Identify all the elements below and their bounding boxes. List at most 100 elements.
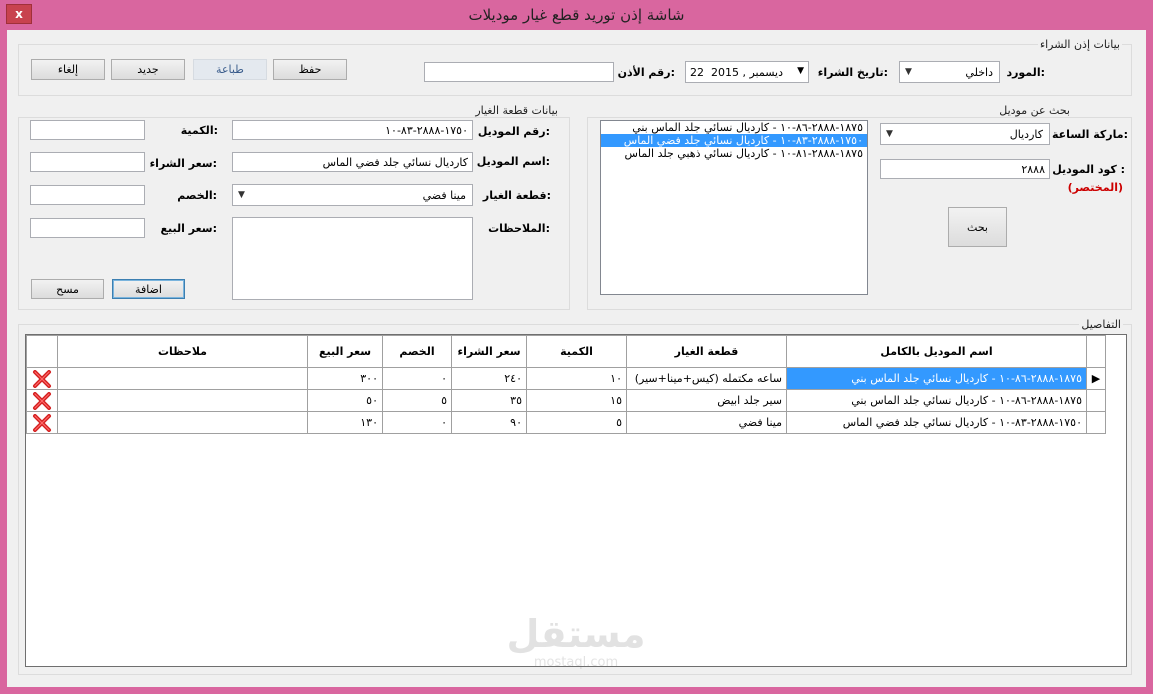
close-button[interactable]: x [6,4,32,24]
grid-row-header-col [1086,335,1106,368]
cell-buy-price[interactable]: ٩٠ [451,411,527,434]
spare-part-value: مينا فضي [422,189,466,202]
grid-col-sell-price-text: سعر البيع [318,344,372,358]
model-name-label: اسم الموديل: [476,155,550,168]
grid-col-spare-part[interactable]: قطعة الغيار [626,335,787,368]
new-button[interactable]: جديد [111,59,185,80]
delete-row-button[interactable] [26,367,58,390]
cell-full-name[interactable]: ١٨٧٥-٢٨٨٨-٨٦-١٠ - كارديال نسائي جلد الما… [786,367,1087,390]
cell-sell-price[interactable]: ٥٠ [307,389,383,412]
delete-row-button[interactable] [26,389,58,412]
spare-part-group-title: بيانات قطعة الغيار [473,104,560,117]
notes-label: الملاحظات: [488,222,550,235]
cell-discount[interactable]: ٠ [382,367,452,390]
grid-col-buy-price[interactable]: سعر الشراء [451,335,527,368]
search-result-item[interactable]: ١٧٥٠-٢٨٨٨-٨٣-١٠ - كارديال نسائي جلد فضي … [601,134,867,147]
cell-quantity[interactable]: ١٥ [526,389,627,412]
delete-row-button[interactable] [26,411,58,434]
chevron-down-icon[interactable]: ▼ [900,62,917,82]
search-results-list[interactable]: ١٨٧٥-٢٨٨٨-٨٦-١٠ - كارديال نسائي جلد الما… [600,120,868,295]
table-row[interactable]: ٣٠٠ ٠ ٢٤٠ ١٠ ساعه مكتمله (كيس+مينا+سير) ١٨٧٥-… [26,367,1106,390]
grid-col-discount[interactable]: الخصم [382,335,452,368]
quantity-label: الكمية: [180,124,218,137]
purchase-date-label: تاريخ الشراء: [817,66,888,79]
grid-col-delete [26,335,58,368]
grid-col-full-name[interactable]: اسم الموديل بالكامل [786,335,1087,368]
row-header-cell[interactable] [1086,389,1106,412]
notes-textarea[interactable] [232,217,473,300]
grid-col-sell-price[interactable]: سعر البيع [307,335,383,368]
model-number-input[interactable]: ١٧٥٠-٢٨٨٨-٨٣-١٠ [232,120,473,140]
cell-spare-part[interactable]: سير جلد ابيض [626,389,787,412]
permit-number-input[interactable] [424,62,614,82]
grid-col-quantity[interactable]: الكمية [526,335,627,368]
watermark-logo: مستقل mostaql.com [506,612,646,670]
cell-quantity[interactable]: ١٠ [526,367,627,390]
add-button[interactable]: اضافة [112,279,185,299]
short-code-note: (المختصر) [1067,181,1123,194]
cell-notes[interactable] [57,389,308,412]
grid-col-notes[interactable]: ملاحظات [57,335,308,368]
title-bar: شاشة إذن توريد قطع غيار موديلات x [0,0,1153,30]
clear-button[interactable]: مسح [31,279,104,299]
spare-part-combo[interactable]: مينا فضي ▼ [232,184,473,206]
cell-notes[interactable] [57,411,308,434]
discount-label: الخصم: [177,189,217,202]
details-group-title: التفاصيل [1079,318,1123,331]
cell-discount[interactable]: ٥ [382,389,452,412]
cell-quantity[interactable]: ٥ [526,411,627,434]
details-table: ملاحظات سعر البيع الخصم سعر الشراء الكمي… [26,335,1106,434]
purchase-date-value: 22 ديسمبر , 2015 [690,66,784,79]
delete-icon[interactable] [32,391,52,410]
sell-price-label: سعر البيع: [160,222,217,235]
model-code-label: كود الموديل : [1052,163,1125,176]
chevron-down-icon[interactable]: ▼ [233,185,250,205]
delete-icon[interactable] [32,369,52,388]
permit-number-label: رقم الأذن: [617,66,675,79]
cell-discount[interactable]: ٠ [382,411,452,434]
print-button[interactable]: طباعة [193,59,267,80]
search-button[interactable]: بحث [948,207,1007,247]
window-title: شاشة إذن توريد قطع غيار موديلات [468,6,685,24]
cell-full-name[interactable]: ١٨٧٥-٢٨٨٨-٨٦-١٠ - كارديال نسائي جلد الما… [786,389,1087,412]
cell-sell-price[interactable]: ١٣٠ [307,411,383,434]
purchase-permit-group-title: بيانات إذن الشراء [1037,38,1122,51]
purchase-date-picker[interactable]: 22 ديسمبر , 2015 ▼ [685,61,809,83]
quantity-input[interactable] [30,120,145,140]
search-result-item[interactable]: ١٨٧٥-٢٨٨٨-٨٦-١٠ - كارديال نسائي جلد الما… [601,121,867,134]
model-number-label: رقم الموديل: [477,125,550,138]
model-code-input[interactable]: ٢٨٨٨ [880,159,1050,179]
watch-brand-combo[interactable]: كارديال ▼ [880,123,1050,145]
chevron-down-icon[interactable]: ▼ [881,124,898,144]
cell-sell-price[interactable]: ٣٠٠ [307,367,383,390]
model-search-group-title: بحث عن موديل [997,104,1072,117]
cell-buy-price[interactable]: ٣٥ [451,389,527,412]
table-row[interactable]: ٥٠ ٥ ٣٥ ١٥ سير جلد ابيض ١٨٧٥-٢٨٨٨-٨٦-١٠ - كار… [26,389,1106,412]
supplier-combo-value: داخلي [965,66,993,79]
delete-icon[interactable] [32,413,52,432]
sell-price-input[interactable] [30,218,145,238]
grid-col-buy-price-text: سعر الشراء [457,344,521,358]
cell-spare-part[interactable]: ساعه مكتمله (كيس+مينا+سير) [626,367,787,390]
watch-brand-label: ماركة الساعة: [1052,128,1128,141]
watch-brand-value: كارديال [1009,128,1043,141]
cell-buy-price[interactable]: ٢٤٠ [451,367,527,390]
row-header-cell[interactable]: ▶ [1086,367,1106,390]
row-header-cell[interactable] [1086,411,1106,434]
cell-full-name[interactable]: ١٧٥٠-٢٨٨٨-٨٣-١٠ - كارديال نسائي جلد فضي … [786,411,1087,434]
chevron-down-icon[interactable]: ▼ [797,66,804,76]
discount-input[interactable] [30,185,145,205]
table-row[interactable]: ١٣٠ ٠ ٩٠ ٥ مينا فضي ١٧٥٠-٢٨٨٨-٨٣-١٠ - كارديال… [26,411,1106,434]
search-result-item[interactable]: ١٨٧٥-٢٨٨٨-٨١-١٠ - كارديال نسائي ذهبي جلد… [601,147,867,160]
supplier-combo[interactable]: داخلي ▼ [899,61,1000,83]
buy-price-label: سعر الشراء: [149,157,217,170]
save-button[interactable]: حفظ [273,59,347,80]
grid-header-row: ملاحظات سعر البيع الخصم سعر الشراء الكمي… [26,335,1106,368]
cancel-button[interactable]: إلغاء [31,59,105,80]
spare-part-label: قطعة الغيار: [482,189,551,202]
cell-notes[interactable] [57,367,308,390]
model-name-input[interactable]: كارديال نسائي جلد فضي الماس [232,152,473,172]
current-row-arrow-icon: ▶ [1091,372,1101,385]
buy-price-input[interactable] [30,152,145,172]
cell-spare-part[interactable]: مينا فضي [626,411,787,434]
